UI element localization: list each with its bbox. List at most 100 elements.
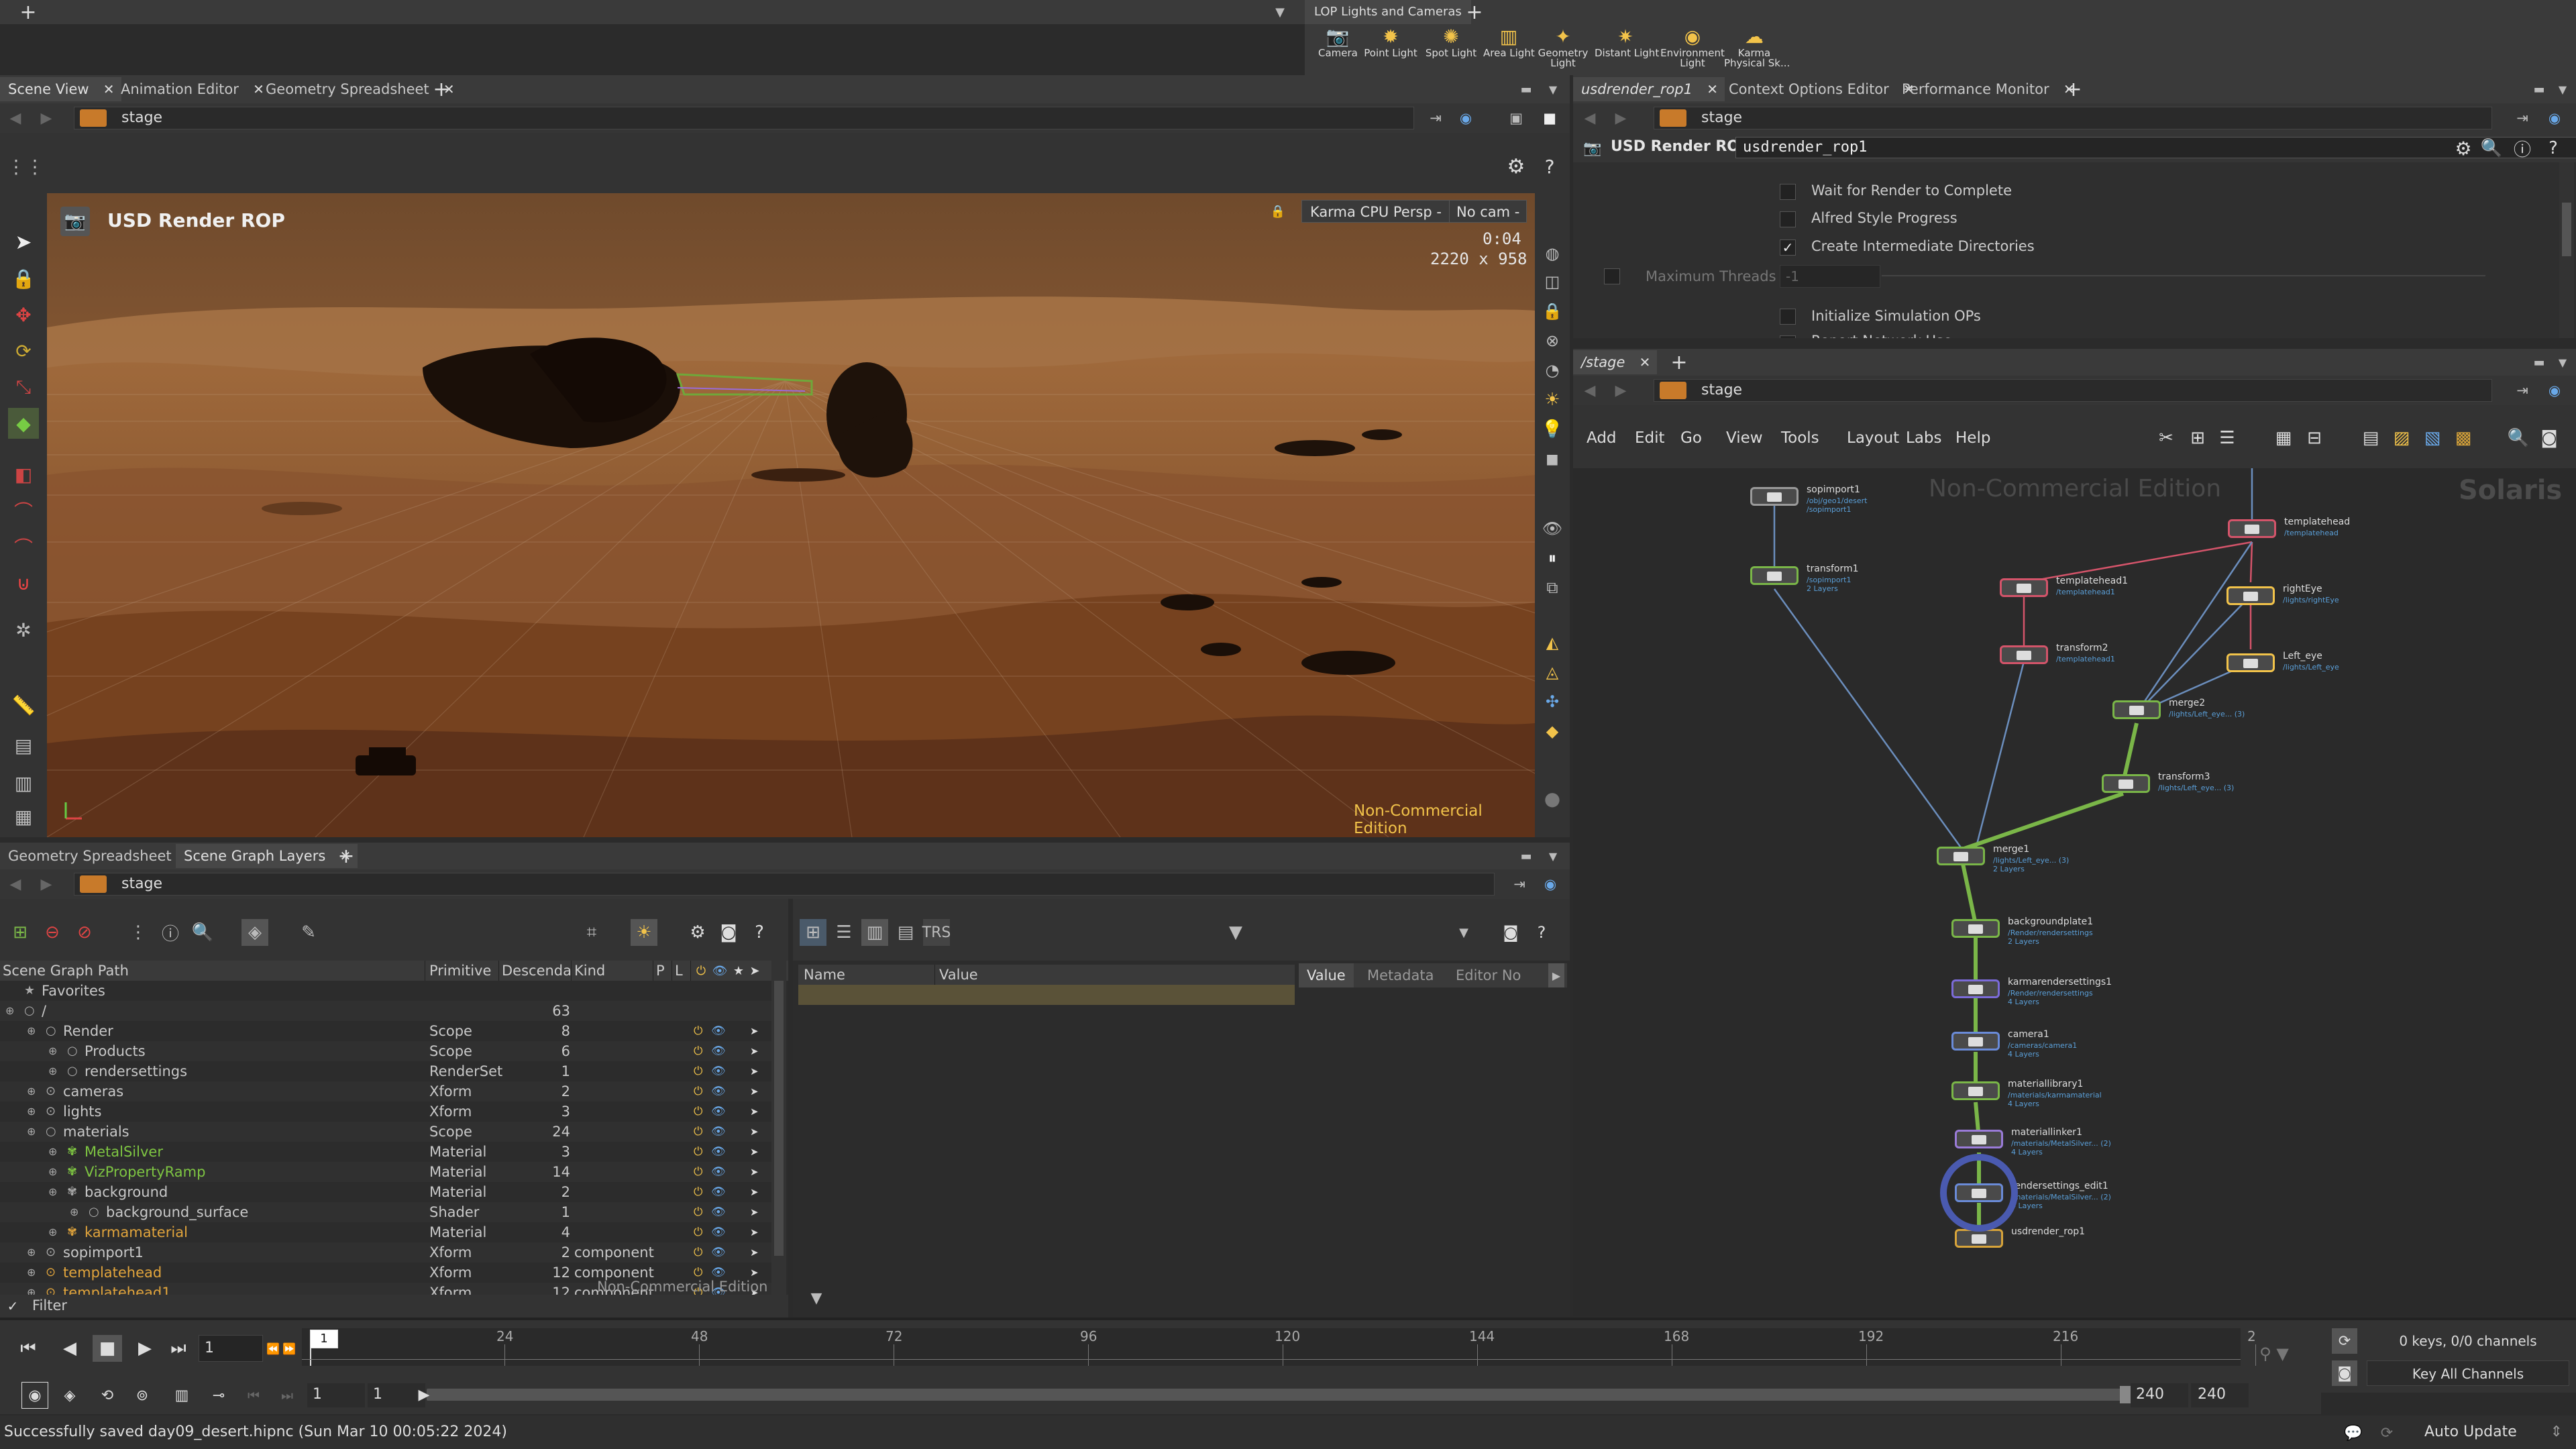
network-path-field[interactable]: stage [1654,379,2492,402]
add-shelf-tab-icon[interactable]: + [1462,0,1487,24]
props-filter-icon[interactable]: ▼ [1222,919,1249,946]
frame-icon[interactable]: ◔ [1539,357,1566,384]
add-tab-icon[interactable]: + [429,77,453,101]
grid-menu-icon[interactable]: ⋮⋮ [7,153,44,180]
network-tile-icon[interactable]: ⊟ [2302,425,2327,451]
viewer-help-icon[interactable]: ? [1536,153,1563,180]
expand-icon[interactable]: ⊕ [27,1263,36,1283]
expand-icon[interactable]: ⊕ [48,1041,57,1061]
step-forward-icon[interactable]: ⏩ [282,1335,297,1362]
visibility-icon[interactable]: 👁 [1539,515,1566,542]
init-sim-checkbox[interactable] [1780,309,1796,325]
expand-icon[interactable]: ⊕ [48,1182,57,1202]
sg-light-icon[interactable]: ☀ [631,919,657,946]
active-toggle-icon[interactable]: ⏻ [694,1021,702,1041]
network-node-templatehead[interactable]: templatehead/templatehead [2228,517,2350,538]
network-menu-labs[interactable]: Labs [1906,427,1955,449]
sg-info-icon[interactable]: ⓘ [157,919,184,946]
update-mode-menu[interactable]: Auto Update ⇕ [2408,1419,2569,1445]
network-menu-go[interactable]: Go [1680,427,1726,449]
active-toggle-icon[interactable]: ⏻ [694,1061,702,1081]
select-toggle-icon[interactable]: ➤ [750,1202,759,1222]
magnet-icon[interactable]: ⊍ [8,568,39,598]
network-node-Left_eye[interactable]: Left_eye/lights/Left_eye [2226,651,2339,672]
visibility-toggle-icon[interactable]: 👁 [711,1182,726,1202]
camera-menu[interactable]: No cam - [1449,200,1527,223]
params-path-field[interactable]: stage [1654,107,2492,129]
sg-row[interactable]: ⊕ ○ Products Scope 6 ⏻ 👁 ➤ [0,1041,771,1061]
active-toggle-icon[interactable]: ⏻ [694,1122,702,1142]
display-options-icon[interactable]: ◍ [1539,240,1566,267]
expand-icon[interactable]: ⊕ [48,1222,57,1242]
handle-icon[interactable]: ◆ [8,408,39,439]
snap-icon[interactable]: ✲ [8,614,39,645]
key-filter-icon[interactable]: ⊸ [205,1382,232,1409]
visibility-toggle-icon[interactable]: 👁 [711,1041,726,1061]
range-end-icon[interactable]: ⏭ [274,1382,301,1409]
network-list-icon[interactable]: ☰ [2214,425,2240,451]
tab-value[interactable]: Value [1299,963,1354,987]
network-menu-help[interactable]: Help [1955,427,1996,449]
sg-row[interactable]: ⊕ ○ Render Scope 8 ⏻ 👁 ➤ [0,1021,771,1041]
col-path[interactable]: Scene Graph Path [3,961,425,981]
network-tools-icon[interactable]: ✂ [2153,425,2179,451]
select-arrow-icon[interactable]: ➤ [8,227,39,258]
visibility-toggle-icon[interactable]: 👁 [711,1081,726,1102]
lasso-icon[interactable]: ⌒ [8,495,39,526]
sg-row[interactable]: ⊕ ○ background_surface Shader 1 ⏻ 👁 ➤ [0,1202,771,1222]
play-backward-icon[interactable]: ◀ [56,1335,83,1362]
pane-menu-icon[interactable]: ▬ [1516,79,1536,99]
sg-path-field[interactable]: stage [74,873,1495,896]
expand-icon[interactable]: ⊕ [48,1061,57,1081]
active-toggle-icon[interactable]: ⏻ [694,1081,702,1102]
headlight-icon[interactable]: ☀ [1539,386,1566,413]
refresh-icon[interactable]: ⟳ [2375,1421,2399,1445]
visibility-toggle-icon[interactable]: 👁 [711,1222,726,1242]
option-checkbox[interactable]: ✓ [1780,239,1796,256]
select-toggle-icon[interactable]: ➤ [750,1061,759,1081]
dropdown-arrow-icon[interactable]: ▼ [1268,0,1292,24]
layers-icon[interactable]: ▤ [8,730,39,761]
expand-icon[interactable]: ⊕ [27,1021,36,1041]
back-arrow-icon[interactable]: ◀ [5,108,25,128]
range-handle-left[interactable]: ▶ [416,1386,432,1403]
active-toggle-icon[interactable]: ⏻ [694,1242,702,1263]
value-dropdown-icon[interactable]: ▼ [1450,919,1477,946]
params-help-icon[interactable]: ? [2542,137,2565,160]
expand-icon[interactable]: ⊕ [27,1081,36,1102]
snapshot-icon[interactable]: ⧉ [1539,574,1566,601]
filter-check-icon[interactable]: ✓ [4,1297,21,1316]
network-node-templatehead1[interactable]: templatehead1/templatehead1 [2000,576,2128,597]
edit-icon[interactable]: ◧ [8,459,39,490]
forward-arrow-icon[interactable]: ▶ [36,108,56,128]
network-node-transform1[interactable]: transform1/sopimport1 2 Layers [1750,564,1859,593]
shelf-tool-area-light[interactable]: ▥ Area Light [1483,25,1535,74]
key-mode-icon[interactable]: ⚲ ▼ [2254,1340,2294,1367]
network-node-karmarendersettings1[interactable]: karmarendersettings1/Render/rendersettin… [1951,977,2112,1006]
active-toggle-icon[interactable]: ⏻ [694,1182,702,1202]
range-end-field-2[interactable]: 240 [2191,1383,2249,1407]
select-toggle-icon[interactable]: ➤ [750,1102,759,1122]
sg-deactivate-icon[interactable]: ⊘ [71,919,98,946]
active-toggle-icon[interactable]: ⏻ [694,1102,702,1122]
network-node-transform2[interactable]: transform2/templatehead1 [2000,643,2115,664]
tab-context-options-editor[interactable]: Context Options Editor ✕ [1721,77,1921,101]
transform-icon[interactable]: ✥ [8,299,39,330]
sg-row[interactable]: ⊕ ⊙ sopimport1 Xform 2 component ⏻ 👁 ➤ [0,1242,771,1263]
link-icon[interactable]: ◉ [1456,108,1476,128]
sg-forward-icon[interactable]: ▶ [36,874,56,894]
sg-link-icon[interactable]: ◉ [1540,874,1560,894]
props-columns-icon[interactable]: ▥ [861,919,888,946]
tab-editor-nodes[interactable]: Editor No [1448,963,1531,987]
tab-performance-monitor[interactable]: Performance Monitor ✕ [1894,77,2082,101]
col-kind[interactable]: Kind [574,961,653,981]
pause-render-icon[interactable]: ⏸ [1539,545,1566,572]
network-node-camera1[interactable]: camera1/cameras/camera1 4 Layers [1951,1029,2077,1059]
network-image-icon[interactable]: ▧ [2420,425,2445,451]
network-tree-icon[interactable]: ⊞ [2185,425,2210,451]
network-node-transform3[interactable]: transform3/lights/Left_eye... (3) [2102,771,2234,793]
realtime-icon[interactable]: ◉ [21,1382,48,1409]
props-bottom-filter-icon[interactable]: ▼ [806,1288,826,1308]
network-node-usdrender_rop1[interactable]: usdrender_rop1 [1955,1226,2085,1248]
expand-icon[interactable]: ⊕ [48,1142,57,1162]
